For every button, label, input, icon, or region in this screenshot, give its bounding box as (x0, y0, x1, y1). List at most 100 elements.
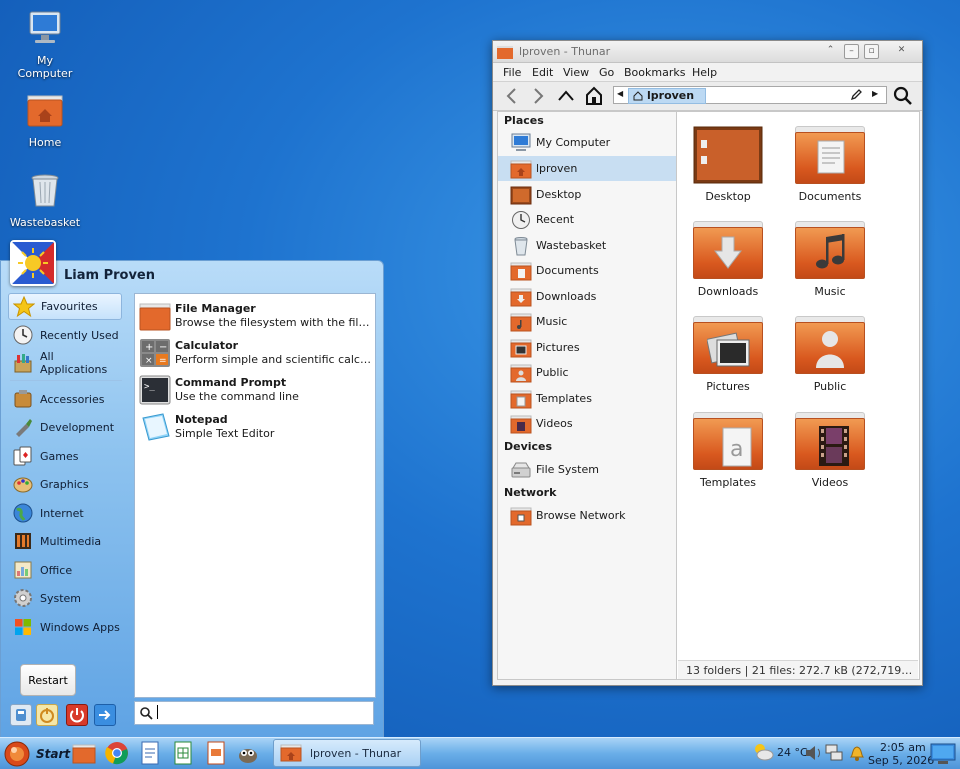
sidebar-item-lproven[interactable]: lproven (498, 156, 676, 181)
desktop-icon-wastebasket[interactable]: Wastebasket (8, 170, 82, 229)
path-bar[interactable]: ◀ lproven ▶ (613, 86, 887, 104)
app-file-manager[interactable]: File Manager Browse the filesystem with … (137, 298, 373, 334)
sidebar-item-pictures[interactable]: Pictures (498, 335, 676, 360)
category-office[interactable]: Office (12, 557, 124, 583)
logout-quick-button[interactable] (94, 704, 116, 726)
sidebar-item-music[interactable]: Music (498, 309, 676, 334)
path-scroll-right-icon[interactable]: ▶ (872, 89, 878, 98)
search-icon[interactable] (893, 86, 913, 106)
sidebar-item-recent[interactable]: Recent (498, 207, 676, 232)
launcher-impress[interactable] (204, 741, 228, 765)
folder-downloads[interactable]: Downloads (681, 215, 775, 303)
sidebar-item-wastebasket[interactable]: Wastebasket (498, 233, 676, 258)
home-icon[interactable] (585, 86, 603, 106)
folder-pictures[interactable]: Pictures (681, 310, 775, 398)
category-favourites[interactable]: Favourites (8, 293, 122, 320)
desktop-icon-home[interactable]: Home (8, 90, 82, 149)
network-icon[interactable] (824, 743, 844, 763)
menu-file[interactable]: File (503, 66, 521, 79)
category-recently-used[interactable]: Recently Used (12, 322, 124, 348)
folder-templates[interactable]: a Templates (681, 406, 775, 494)
minimize-icon: – (849, 46, 854, 56)
restart-button[interactable]: Restart (20, 664, 76, 696)
videos-folder-icon (510, 415, 532, 434)
path-scroll-left-icon[interactable]: ◀ (617, 89, 623, 98)
minimize-button[interactable]: – (844, 44, 859, 59)
sidebar-item-downloads[interactable]: Downloads (498, 284, 676, 309)
search-input-text[interactable] (157, 705, 158, 719)
menu-go[interactable]: Go (599, 66, 614, 79)
window-shade-button[interactable]: ⌃ (824, 44, 837, 57)
menu-bookmarks[interactable]: Bookmarks (624, 66, 685, 79)
notepad-icon (142, 413, 170, 441)
category-graphics[interactable]: Graphics (12, 471, 124, 497)
launcher-file-manager[interactable] (72, 741, 96, 765)
close-button[interactable]: ✕ (895, 44, 908, 57)
forward-arrow-icon[interactable] (529, 87, 547, 105)
sidebar-item-label: File System (536, 463, 599, 476)
folder-videos[interactable]: Videos (783, 406, 877, 494)
app-calculator[interactable]: + − × = Calculator Perform simple and scien… (137, 335, 373, 371)
desktop-icon-my-computer[interactable]: My Computer (8, 8, 82, 80)
launcher-gimp[interactable] (236, 741, 260, 765)
taskbar-item-thunar[interactable]: lproven - Thunar (273, 739, 421, 767)
folder-public[interactable]: Public (783, 310, 877, 398)
power-quick-button[interactable] (66, 704, 88, 726)
app-notepad[interactable]: Notepad Simple Text Editor (137, 409, 373, 445)
sidebar-item-public[interactable]: Public (498, 360, 676, 385)
clock-time[interactable]: 2:05 am (880, 741, 926, 754)
folder-music[interactable]: Music (783, 215, 877, 303)
menu-view[interactable]: View (563, 66, 589, 79)
maximize-button[interactable]: ▫ (864, 44, 879, 59)
launcher-calc[interactable] (171, 741, 195, 765)
sidebar-item-desktop[interactable]: Desktop (498, 182, 676, 207)
show-desktop-icon[interactable] (930, 743, 956, 765)
clock-date[interactable]: Sep 5, 2026 (868, 754, 934, 767)
volume-icon[interactable] (804, 744, 824, 762)
bell-icon[interactable] (848, 743, 866, 763)
launcher-browser[interactable] (105, 741, 129, 765)
chevron-up-icon: ⌃ (826, 45, 835, 55)
sidebar-item-browse-network[interactable]: Browse Network (498, 503, 676, 528)
category-games[interactable]: Games (12, 443, 124, 469)
globe-icon (13, 503, 33, 523)
menu-edit[interactable]: Edit (532, 66, 553, 79)
weather-icon[interactable] (752, 742, 774, 762)
menu-search-box[interactable] (134, 701, 374, 725)
settings-quick-button[interactable] (10, 704, 32, 726)
folder-desktop[interactable]: Desktop (681, 120, 775, 208)
maximize-icon: ▫ (868, 46, 875, 56)
category-windows-apps[interactable]: Windows Apps (12, 614, 124, 640)
settings-icon (16, 709, 26, 721)
thunar-window: lproven - Thunar ⌃ – ▫ ✕ File Edit View … (492, 40, 923, 686)
menu-help[interactable]: Help (692, 66, 717, 79)
breadcrumb-label: lproven (647, 89, 695, 102)
sidebar-item-templates[interactable]: Templates (498, 386, 676, 411)
sidebar-item-label: Browse Network (536, 509, 626, 522)
sidebar-item-videos[interactable]: Videos (498, 411, 676, 436)
user-avatar[interactable] (10, 240, 56, 286)
category-internet[interactable]: Internet (12, 500, 124, 526)
pencil-icon[interactable] (850, 89, 862, 101)
back-arrow-icon[interactable] (503, 87, 521, 105)
category-multimedia[interactable]: Multimedia (12, 528, 124, 554)
breadcrumb-home[interactable]: lproven (628, 88, 706, 104)
games-icon (13, 446, 32, 466)
sidebar-item-documents[interactable]: Documents (498, 258, 676, 283)
category-accessories[interactable]: Accessories (12, 386, 124, 412)
up-arrow-icon[interactable] (557, 87, 575, 105)
folder-documents[interactable]: Documents (783, 120, 877, 208)
launcher-writer[interactable] (138, 741, 162, 765)
start-button[interactable]: Start (2, 740, 70, 767)
category-all-applications[interactable]: All Applications (12, 350, 124, 376)
terminal-icon: >_ (139, 375, 171, 405)
sidebar-item-file-system[interactable]: File System (498, 457, 676, 482)
category-development[interactable]: Development (12, 414, 124, 440)
svg-text:=: = (159, 356, 167, 366)
category-system[interactable]: System (12, 585, 124, 611)
sidebar-item-my-computer[interactable]: My Computer (498, 130, 676, 155)
title-bar[interactable]: lproven - Thunar ⌃ – ▫ ✕ (493, 41, 922, 63)
lock-quick-button[interactable] (36, 704, 58, 726)
sidebar-item-label: Music (536, 315, 568, 328)
app-command-prompt[interactable]: >_ Command Prompt Use the command line (137, 372, 373, 408)
